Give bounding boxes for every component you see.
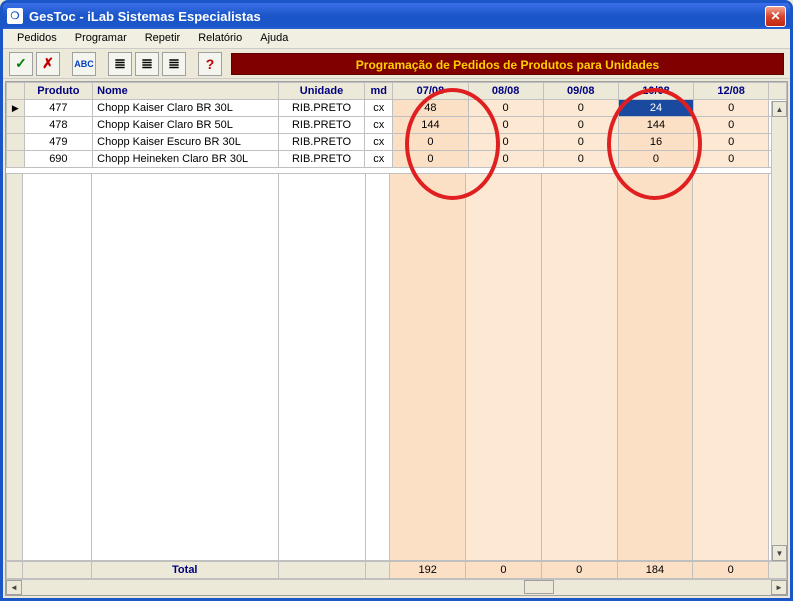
- cell-d3[interactable]: 0: [543, 117, 618, 134]
- row-marker: [7, 117, 25, 134]
- cell-unidade[interactable]: RIB.PRETO: [278, 134, 364, 151]
- cell-nome[interactable]: Chopp Kaiser Escuro BR 30L: [93, 134, 279, 151]
- table-row[interactable]: ▶477Chopp Kaiser Claro BR 30LRIB.PRETOcx…: [7, 100, 787, 117]
- scroll-right-icon[interactable]: ►: [771, 580, 787, 595]
- cell-d2[interactable]: 0: [468, 100, 543, 117]
- col-d5[interactable]: 12/08: [694, 83, 769, 100]
- cell-d3[interactable]: 0: [543, 151, 618, 168]
- data-grid[interactable]: Produto Nome Unidade md 07/08 08/08 09/0…: [6, 82, 787, 168]
- table-row[interactable]: 478Chopp Kaiser Claro BR 50LRIB.PRETOcx1…: [7, 117, 787, 134]
- menu-repetir[interactable]: Repetir: [137, 31, 188, 46]
- app-icon: ❍: [7, 8, 23, 24]
- cell-nome[interactable]: Chopp Kaiser Claro BR 30L: [93, 100, 279, 117]
- cell-d2[interactable]: 0: [468, 134, 543, 151]
- list-button-2[interactable]: ≣: [135, 52, 159, 76]
- total-d4: 184: [617, 562, 693, 579]
- scroll-track[interactable]: [22, 580, 771, 595]
- col-nome[interactable]: Nome: [93, 83, 279, 100]
- cell-d1[interactable]: 48: [393, 100, 468, 117]
- help-button[interactable]: ?: [198, 52, 222, 76]
- col-d1[interactable]: 07/08: [393, 83, 468, 100]
- horizontal-scrollbar[interactable]: ◄ ►: [6, 579, 787, 595]
- confirm-button[interactable]: ✓: [9, 52, 33, 76]
- cell-d3[interactable]: 0: [543, 134, 618, 151]
- scroll-thumb[interactable]: [524, 580, 554, 594]
- grid-area: Produto Nome Unidade md 07/08 08/08 09/0…: [5, 81, 788, 596]
- cell-d1[interactable]: 144: [393, 117, 468, 134]
- cell-produto[interactable]: 477: [24, 100, 93, 117]
- cell-d1[interactable]: 0: [393, 151, 468, 168]
- banner-title: Programação de Pedidos de Produtos para …: [231, 53, 784, 75]
- scroll-left-icon[interactable]: ◄: [6, 580, 22, 595]
- scroll-up-icon[interactable]: ▲: [772, 101, 787, 117]
- table-row[interactable]: 479Chopp Kaiser Escuro BR 30LRIB.PRETOcx…: [7, 134, 787, 151]
- cell-d4[interactable]: 0: [618, 151, 693, 168]
- vertical-scrollbar[interactable]: ▲ ▼: [771, 101, 787, 561]
- cell-d5[interactable]: 0: [694, 117, 769, 134]
- cell-d1[interactable]: 0: [393, 134, 468, 151]
- cell-d4[interactable]: 16: [618, 134, 693, 151]
- total-d2: 0: [466, 562, 542, 579]
- close-button[interactable]: ✕: [765, 6, 786, 27]
- cell-d5[interactable]: 0: [694, 100, 769, 117]
- cell-unidade[interactable]: RIB.PRETO: [278, 117, 364, 134]
- menu-pedidos[interactable]: Pedidos: [9, 31, 65, 46]
- col-d3[interactable]: 09/08: [543, 83, 618, 100]
- menu-programar[interactable]: Programar: [67, 31, 135, 46]
- menu-relatorio[interactable]: Relatório: [190, 31, 250, 46]
- cell-nome[interactable]: Chopp Kaiser Claro BR 50L: [93, 117, 279, 134]
- header-row: Produto Nome Unidade md 07/08 08/08 09/0…: [7, 83, 787, 100]
- titlebar: ❍ GesToc - iLab Sistemas Especialistas ✕: [3, 3, 790, 29]
- cell-produto[interactable]: 690: [24, 151, 93, 168]
- col-d2[interactable]: 08/08: [468, 83, 543, 100]
- row-marker: [7, 151, 25, 168]
- col-d4[interactable]: 10/08: [618, 83, 693, 100]
- total-d5: 0: [693, 562, 769, 579]
- cell-d4[interactable]: 144: [618, 117, 693, 134]
- col-md[interactable]: md: [365, 83, 393, 100]
- cell-d2[interactable]: 0: [468, 151, 543, 168]
- total-d3: 0: [541, 562, 617, 579]
- total-row: Total 192 0 0 184 0: [7, 562, 787, 579]
- total-label: Total: [91, 562, 278, 579]
- scroll-down-icon[interactable]: ▼: [772, 545, 787, 561]
- col-produto[interactable]: Produto: [24, 83, 93, 100]
- cell-md[interactable]: cx: [365, 151, 393, 168]
- col-unidade[interactable]: Unidade: [278, 83, 364, 100]
- table-row[interactable]: 690Chopp Heineken Claro BR 30LRIB.PRETOc…: [7, 151, 787, 168]
- cell-d4[interactable]: 24: [618, 100, 693, 117]
- cell-produto[interactable]: 479: [24, 134, 93, 151]
- app-window: ❍ GesToc - iLab Sistemas Especialistas ✕…: [0, 0, 793, 601]
- cell-md[interactable]: cx: [365, 117, 393, 134]
- cell-unidade[interactable]: RIB.PRETO: [278, 100, 364, 117]
- row-marker: ▶: [7, 100, 25, 117]
- total-d1: 192: [390, 562, 466, 579]
- list-button-3[interactable]: ≣: [162, 52, 186, 76]
- list-button-1[interactable]: ≣: [108, 52, 132, 76]
- menubar: Pedidos Programar Repetir Relatório Ajud…: [3, 29, 790, 49]
- cancel-button[interactable]: ✗: [36, 52, 60, 76]
- cell-d5[interactable]: 0: [694, 151, 769, 168]
- toolbar: ✓ ✗ ABC ≣ ≣ ≣ ? Programação de Pedidos d…: [3, 49, 790, 79]
- cell-produto[interactable]: 478: [24, 117, 93, 134]
- abc-button[interactable]: ABC: [72, 52, 96, 76]
- menu-ajuda[interactable]: Ajuda: [252, 31, 296, 46]
- cell-unidade[interactable]: RIB.PRETO: [278, 151, 364, 168]
- cell-md[interactable]: cx: [365, 134, 393, 151]
- cell-d2[interactable]: 0: [468, 117, 543, 134]
- cell-nome[interactable]: Chopp Heineken Claro BR 30L: [93, 151, 279, 168]
- row-marker: [7, 134, 25, 151]
- cell-d3[interactable]: 0: [543, 100, 618, 117]
- window-title: GesToc - iLab Sistemas Especialistas: [29, 9, 261, 24]
- cell-d5[interactable]: 0: [694, 134, 769, 151]
- cell-md[interactable]: cx: [365, 100, 393, 117]
